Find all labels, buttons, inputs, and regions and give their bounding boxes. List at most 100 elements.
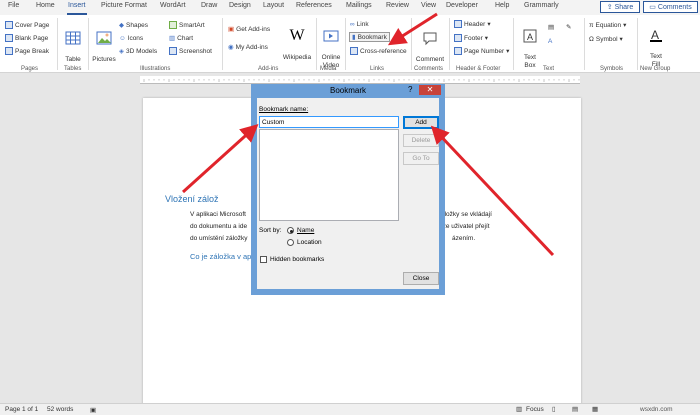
chevron-down-icon: ▾ (484, 35, 489, 42)
cover-page-button[interactable]: Cover Page (5, 20, 49, 30)
comment-icon: ▭ (649, 4, 656, 11)
bookmark-list[interactable] (259, 129, 399, 221)
dialog-title: Bookmark (329, 86, 366, 95)
icons-button[interactable]: ☺ Icons (119, 33, 143, 43)
group-label-new-group: New Group (640, 66, 671, 72)
bookmark-name-input[interactable] (259, 116, 399, 128)
close-button[interactable]: Close (403, 272, 439, 285)
group-label-illustrations: Illustrations (140, 66, 171, 72)
pi-icon: π (589, 21, 594, 29)
tab-developer[interactable]: Developer (446, 2, 478, 15)
cross-reference-button[interactable]: Cross-reference (350, 46, 407, 56)
tab-picture-format[interactable]: Picture Format (101, 2, 147, 15)
my-addins-button[interactable]: ◉ My Add-ins (228, 42, 268, 52)
read-mode-icon[interactable]: ▯ (552, 405, 556, 413)
go-to-button[interactable]: Go To (403, 152, 439, 165)
tab-file[interactable]: File (8, 2, 19, 15)
tab-help[interactable]: Help (495, 2, 509, 15)
separator (88, 18, 89, 70)
wordart-icon: A (548, 37, 553, 45)
sort-location-radio[interactable] (287, 239, 294, 246)
tab-layout[interactable]: Layout (263, 2, 284, 15)
chart-button[interactable]: ▥ Chart (169, 33, 193, 43)
cover-page-icon (5, 21, 13, 29)
header-button[interactable]: Header ▾ (454, 19, 491, 29)
text-tools-1[interactable]: ▤ (548, 22, 554, 32)
dialog-titlebar: Bookmark ? ✕ (251, 84, 445, 98)
tab-review[interactable]: Review (386, 2, 409, 15)
share-icon: ⇪ (606, 4, 613, 11)
omega-icon: Ω (589, 35, 594, 43)
online-video-button[interactable]: Online Video (318, 20, 344, 70)
screenshot-button[interactable]: Screenshot (169, 46, 212, 56)
cross-reference-icon (350, 47, 358, 55)
bookmark-button[interactable]: ▮ Bookmark (349, 32, 390, 42)
sort-location-label: Location (297, 239, 322, 246)
get-addins-button[interactable]: ▣ Get Add-ins (228, 24, 270, 34)
separator (316, 18, 317, 70)
watermark: wsxdn.com (640, 406, 673, 413)
share-button[interactable]: ⇪ Share (600, 1, 640, 13)
separator (345, 18, 346, 70)
close-icon[interactable]: ✕ (419, 85, 441, 95)
3d-models-button[interactable]: ◈ 3D Models (119, 46, 157, 56)
tab-draw[interactable]: Draw (201, 2, 217, 15)
smartart-button[interactable]: SmartArt (169, 20, 205, 30)
delete-button[interactable]: Delete (403, 134, 439, 147)
group-label-pages: Pages (21, 66, 39, 72)
table-button[interactable]: Table (62, 22, 84, 64)
tab-mailings[interactable]: Mailings (346, 2, 372, 15)
sort-by-label: Sort by: (259, 227, 282, 234)
pictures-button[interactable]: Pictures (92, 22, 116, 64)
proofing-icon[interactable]: ▣ (90, 406, 96, 414)
ruler-ticks (140, 76, 580, 83)
document-line: V aplikaci Microsoft (190, 211, 246, 218)
text-fill-icon: A (650, 28, 662, 42)
sort-name-radio[interactable] (287, 227, 294, 234)
3d-models-icon: ◈ (119, 48, 124, 55)
group-label-header-footer: Header & Footer (456, 66, 501, 72)
video-icon (323, 30, 339, 42)
comments-button[interactable]: ▭ Comments (643, 1, 698, 13)
wikipedia-button[interactable]: W Wikipedia (282, 20, 312, 62)
help-button[interactable]: ? (408, 85, 412, 94)
word-count[interactable]: 52 words (47, 406, 73, 413)
group-label-links: Links (370, 66, 385, 72)
symbol-button[interactable]: Ω Symbol ▾ (589, 34, 623, 44)
smartart-icon (169, 21, 177, 29)
print-layout-icon[interactable]: ▤ (572, 405, 578, 413)
tab-design[interactable]: Design (229, 2, 251, 15)
ribbon-tab-bar: File Home Insert Picture Format WordArt … (0, 0, 700, 15)
comment-button[interactable]: Comment (414, 22, 446, 64)
tab-wordart[interactable]: WordArt (160, 2, 186, 15)
shapes-icon: ◆ (119, 22, 124, 29)
footer-button[interactable]: Footer ▾ (454, 33, 488, 43)
tab-insert[interactable]: Insert (67, 2, 87, 15)
focus-button[interactable]: Focus (526, 406, 544, 413)
tab-home[interactable]: Home (36, 2, 55, 15)
tab-grammarly[interactable]: Grammarly (524, 2, 559, 15)
tab-view[interactable]: View (421, 2, 436, 15)
hidden-bookmarks-checkbox[interactable] (260, 256, 267, 263)
tab-references[interactable]: References (296, 2, 332, 15)
page-break-button[interactable]: Page Break (5, 46, 49, 56)
text-tools-3[interactable]: ✎ (566, 22, 571, 32)
page-count[interactable]: Page 1 of 1 (5, 406, 38, 413)
ruler (140, 74, 580, 84)
document-line: Záložky se vkládají (437, 211, 492, 218)
link-button[interactable]: ∞ Link (350, 19, 369, 29)
text-fill-button[interactable]: A Text Fill (643, 19, 669, 69)
svg-text:A: A (527, 32, 533, 42)
page-number-button[interactable]: Page Number ▾ (454, 46, 509, 56)
svg-text:A: A (651, 28, 659, 42)
text-box-button[interactable]: A Text Box (517, 20, 543, 70)
blank-page-button[interactable]: Blank Page (5, 33, 48, 43)
web-layout-icon[interactable]: ▦ (592, 405, 598, 413)
equation-button[interactable]: π Equation ▾ (589, 20, 626, 30)
chevron-down-icon: ▾ (487, 21, 491, 28)
icons-icon: ☺ (119, 34, 126, 42)
header-icon (454, 20, 462, 28)
text-tools-2[interactable]: A (548, 36, 552, 46)
add-button[interactable]: Add (403, 116, 439, 129)
shapes-button[interactable]: ◆ Shapes (119, 20, 148, 30)
